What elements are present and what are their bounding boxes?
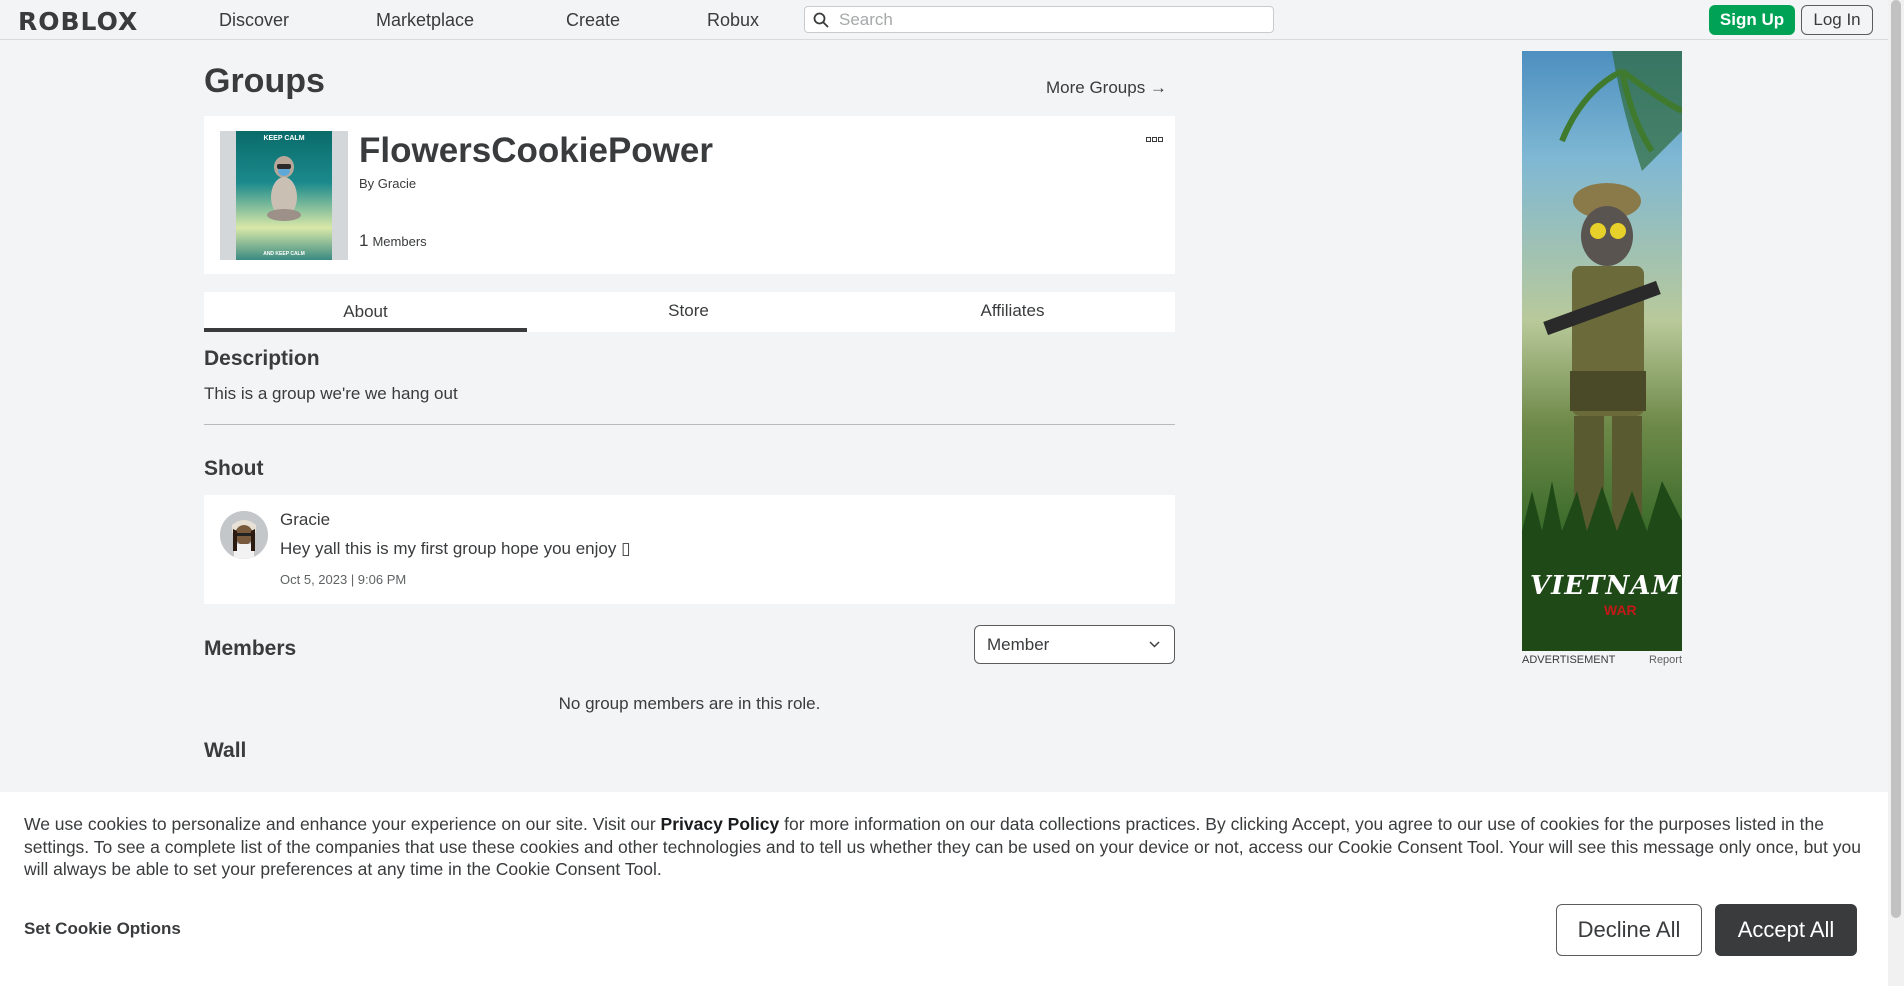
divider — [204, 424, 1175, 425]
group-owner-link[interactable]: Gracie — [378, 176, 416, 191]
description-text: This is a group we're we hang out — [204, 384, 458, 403]
more-options-icon[interactable] — [1146, 136, 1164, 144]
member-count: 1 Members — [359, 231, 427, 251]
ad-brand-subtext: WAR — [1604, 602, 1637, 618]
set-cookie-options-button[interactable]: Set Cookie Options — [24, 919, 181, 939]
ad-label: ADVERTISEMENT — [1522, 654, 1616, 666]
page-title: Groups — [204, 62, 325, 100]
privacy-policy-link[interactable]: Privacy Policy — [661, 814, 780, 834]
search-box[interactable] — [804, 6, 1274, 33]
more-groups-link[interactable]: More Groups → — [1046, 78, 1167, 98]
group-emblem-image: KEEP CALM AND KEEP CALM — [236, 131, 332, 260]
cookie-text-before: We use cookies to personalize and enhanc… — [24, 814, 661, 834]
shout-message: Hey yall this is my first group hope you… — [280, 539, 631, 558]
shout-heading: Shout — [204, 457, 264, 480]
group-tabs: About Store Affiliates — [204, 292, 1175, 332]
ad-brand-text: VIETNAM — [1530, 571, 1682, 601]
baboon-figure-icon — [267, 156, 301, 221]
members-empty-note: No group members are in this role. — [558, 694, 821, 713]
nav-discover[interactable]: Discover — [219, 10, 289, 31]
sign-up-button[interactable]: Sign Up — [1709, 5, 1795, 35]
role-dropdown[interactable]: Member — [974, 625, 1175, 664]
advertisement-banner[interactable]: VIETNAM WAR — [1522, 51, 1682, 651]
member-count-number: 1 — [359, 231, 369, 250]
tab-about[interactable]: About — [204, 292, 527, 332]
by-prefix: By — [359, 176, 375, 191]
shout-author[interactable]: Gracie — [280, 510, 330, 530]
search-input[interactable] — [837, 9, 1261, 31]
avatar-image — [220, 511, 268, 559]
tab-store[interactable]: Store — [527, 292, 850, 332]
nav-marketplace[interactable]: Marketplace — [376, 10, 474, 31]
top-nav-bar: ROBLOX Discover Marketplace Create Robux… — [0, 0, 1888, 40]
ad-report-link[interactable]: Report — [1649, 654, 1682, 666]
emblem-bottom-text: AND KEEP CALM — [263, 251, 305, 257]
search-icon — [813, 12, 829, 28]
members-heading: Members — [204, 637, 297, 660]
wall-heading: Wall — [204, 739, 247, 762]
cookie-message: We use cookies to personalize and enhanc… — [24, 813, 1864, 881]
scrollbar-thumb[interactable] — [1891, 0, 1901, 918]
accept-all-button[interactable]: Accept All — [1715, 904, 1857, 956]
emblem-top-text: KEEP CALM — [263, 135, 305, 142]
group-name: FlowersCookiePower — [359, 131, 713, 170]
tab-affiliates[interactable]: Affiliates — [851, 292, 1174, 332]
nav-robux[interactable]: Robux — [707, 10, 759, 31]
nav-create[interactable]: Create — [566, 10, 620, 31]
roblox-logo[interactable]: ROBLOX — [18, 7, 138, 36]
shout-card: Gracie Hey yall this is my first group h… — [204, 495, 1175, 604]
role-dropdown-value: Member — [987, 635, 1050, 654]
ad-artwork — [1522, 51, 1682, 651]
avatar[interactable] — [220, 511, 268, 559]
group-header-card: KEEP CALM AND KEEP CALM FlowersCookiePow… — [204, 116, 1175, 274]
shout-timestamp: Oct 5, 2023 | 9:06 PM — [280, 572, 407, 587]
group-emblem[interactable]: KEEP CALM AND KEEP CALM — [220, 131, 348, 260]
group-owner-line: By Gracie — [359, 176, 416, 191]
description-heading: Description — [204, 347, 320, 370]
decline-all-button[interactable]: Decline All — [1556, 904, 1702, 956]
member-count-label: Members — [372, 234, 427, 249]
chevron-down-icon — [1149, 641, 1160, 648]
cookie-banner: We use cookies to personalize and enhanc… — [0, 792, 1888, 986]
log-in-button[interactable]: Log In — [1801, 5, 1873, 35]
